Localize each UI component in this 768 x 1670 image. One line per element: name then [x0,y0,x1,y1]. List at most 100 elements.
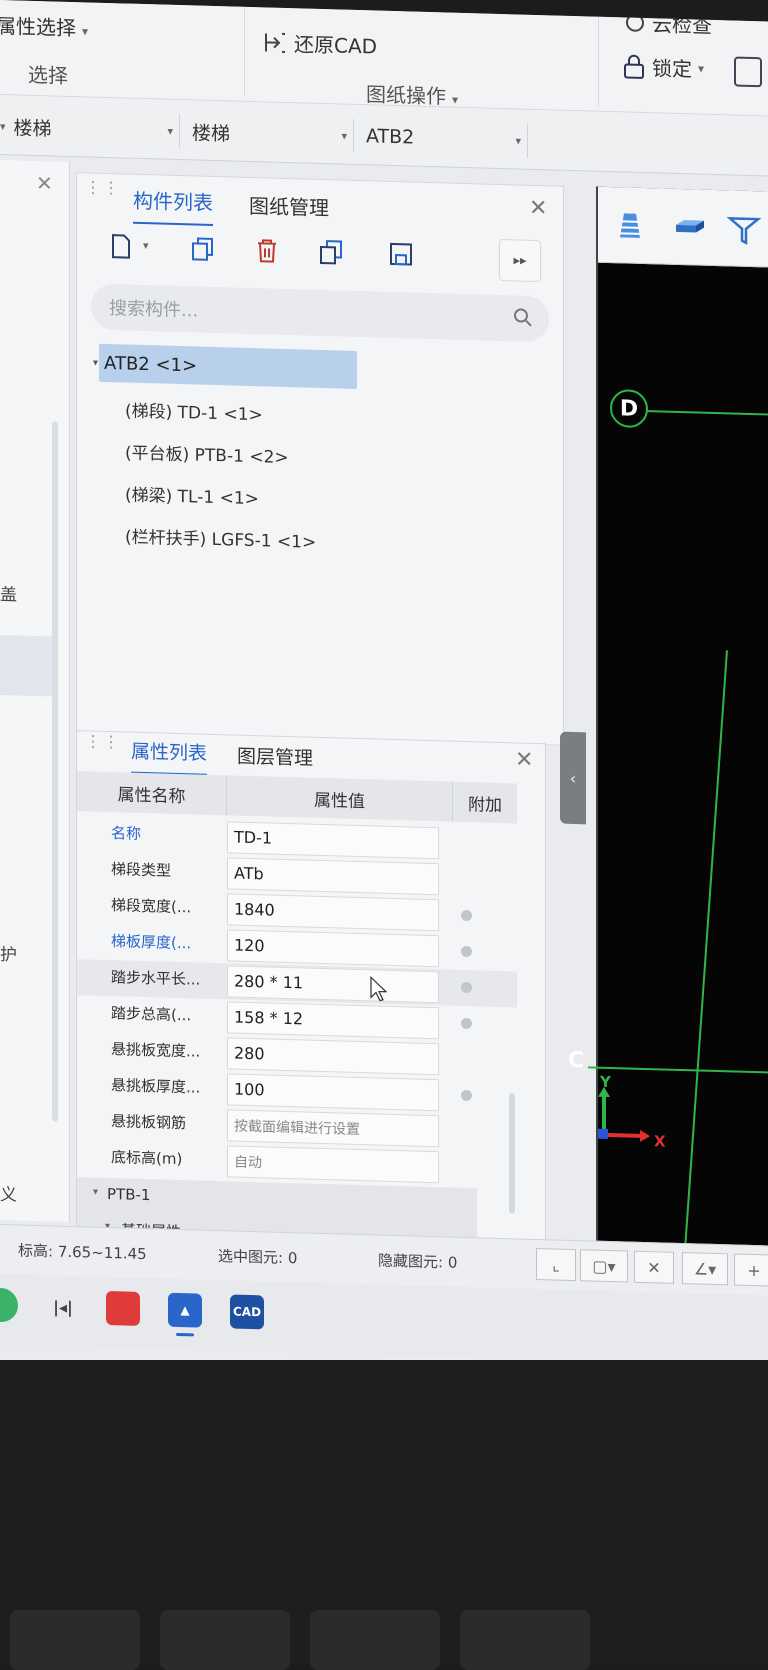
component-list-panel: ⋮⋮ 构件列表 图纸管理 ✕ ▾ ▸▸ 搜索构件... ▾ ATB2 <1> (梯… [76,172,564,746]
selected-count-status: 选中图元: 0 [218,1247,298,1268]
tree-root-item[interactable]: ▾ ATB2 <1> [93,343,357,389]
copy-icon [192,237,213,261]
search-icon [514,308,532,327]
extra-checkbox[interactable] [461,909,472,922]
tab-property-list[interactable]: 属性列表 [131,736,208,776]
hidden-count-status: 隐藏图元: 0 [378,1251,458,1272]
restore-cad-button[interactable]: 还原CAD [262,27,377,59]
tree-item[interactable]: (平台板) PTB-1 <2> [125,438,289,468]
search-input[interactable]: 搜索构件... [91,283,549,343]
axis-label-d[interactable]: D [610,389,648,429]
scrollbar[interactable] [509,1093,515,1214]
snap-button[interactable]: ⌞ [536,1247,576,1282]
ribbon-separator [244,6,245,97]
close-icon[interactable]: ✕ [529,196,547,222]
column-header-extra: 附加 [453,781,517,824]
extra-checkbox[interactable] [461,1017,472,1030]
screen: 属性选择 ▾ 选择 还原CAD 图纸操作 ▾ 云检查 锁定 ▾ ▾ 楼梯 ▾ 楼梯 ▾ AT… [0,0,768,1402]
layer-copy-icon [320,240,342,265]
property-name: 踏步水平长... [111,968,201,989]
property-name: 悬挑板厚度... [111,1076,201,1097]
layer-copy-button[interactable] [313,234,349,271]
copy-button[interactable] [185,230,221,267]
property-value-field[interactable]: 100 [227,1073,439,1112]
expand-triangle-icon[interactable]: ▾ [93,357,98,368]
select-mode-button[interactable]: ▢▾ [580,1249,628,1283]
extra-checkbox[interactable] [461,945,472,958]
delete-button[interactable] [249,232,285,269]
property-name: 踏步总高(... [111,1004,192,1025]
restore-cad-icon [265,32,285,53]
select-group-label: 选择 [28,62,68,88]
tree-item[interactable]: (栏杆扶手) LGFS-1 <1> [125,522,316,552]
ortho-button[interactable]: + [734,1253,768,1287]
extra-checkbox[interactable] [461,981,472,994]
lock-icon [624,54,644,79]
property-value-field[interactable]: TD-1 [227,821,439,860]
close-icon[interactable]: ✕ [36,171,53,195]
chevron-down-icon[interactable]: ▾ [143,239,149,252]
taskbar-app-icon[interactable] [0,1287,18,1323]
extra-checkbox[interactable] [461,1089,472,1102]
expand-triangle-icon[interactable]: ▾ [93,1187,98,1198]
more-tools-button[interactable]: ▸▸ [499,238,541,283]
axis-label-c[interactable]: C [568,1048,584,1073]
property-value-field[interactable]: 280 [227,1037,439,1076]
property-name: 名称 [111,824,142,843]
property-name: 悬挑板钢筋 [111,1112,187,1133]
nav-item-label[interactable]: 护 [0,940,17,965]
elevation-status: 标高: 7.65~11.45 [18,1241,147,1264]
stair-icon[interactable] [612,207,648,244]
collapse-panel-button[interactable]: ‹ [560,731,586,825]
new-file-icon [112,234,130,259]
nav-item-label[interactable]: 盖 [0,580,17,605]
angle-button[interactable]: ∠▾ [682,1252,728,1286]
property-value-field[interactable]: 1840 [227,893,439,932]
new-component-button[interactable] [103,228,139,265]
tab-drawing-management[interactable]: 图纸管理 [249,190,329,229]
slab-icon[interactable] [672,209,708,246]
taskbar-app-icon[interactable] [106,1290,140,1326]
scrollbar[interactable] [52,421,58,1122]
tab-component-list[interactable]: 构件列表 [133,184,213,226]
nav-item-selected[interactable] [0,635,52,697]
tree-item[interactable]: (梯梁) TL-1 <1> [125,480,259,509]
element-type-combo[interactable]: 楼梯 ▾ [184,114,354,153]
drag-handle-icon[interactable]: ⋮⋮ [85,731,121,763]
floor-type-combo[interactable]: ▾ 楼梯 ▾ [0,109,180,149]
taskbar-cad-icon[interactable]: CAD [230,1294,264,1330]
keyboard-key [460,1610,590,1670]
element-name-combo[interactable]: ATB2 ▾ [358,118,528,158]
cloud-check-button[interactable]: 云检查 [624,7,712,38]
tab-layer-management[interactable]: 图层管理 [237,742,313,779]
property-value-field[interactable]: 158 * 12 [227,1001,439,1040]
taskbar-app-icon[interactable]: |◂| [46,1289,80,1324]
property-value-field[interactable]: 自动 [227,1145,439,1184]
nav-item-label[interactable]: 义 [0,1180,17,1205]
property-name: 梯段宽度(... [111,896,192,917]
chevron-left-icon: ‹ [569,768,577,788]
grid-line-d [634,409,768,416]
prop-select-button[interactable]: 属性选择 ▾ [0,10,88,42]
lock-dropdown[interactable]: 锁定 ▾ [622,51,704,82]
save-component-button[interactable] [383,236,419,273]
ribbon-separator [598,16,599,107]
property-name: 梯板厚度(... [111,932,192,953]
railing-icon[interactable] [726,210,762,247]
property-value-field[interactable]: 按截面编辑进行设置 [227,1109,439,1148]
chevron-down-icon: ▾ [167,124,173,138]
property-list-panel: ⋮⋮ 属性列表 图层管理 ✕ 属性名称 属性值 附加 名称 TD-1 梯段类型 … [76,730,546,1257]
column-header-value: 属性值 [227,775,453,822]
cross-select-button[interactable]: ✕ [634,1250,674,1284]
drag-handle-icon[interactable]: ⋮⋮ [85,177,121,209]
tree-item[interactable]: (梯段) TD-1 <1> [125,396,263,425]
taskbar-app-icon[interactable]: ▲ [168,1292,202,1328]
layout-icon[interactable] [734,56,762,88]
close-icon[interactable]: ✕ [515,747,533,773]
property-value-field[interactable]: ATb [227,857,439,896]
drawing-viewport[interactable]: D C Y X [568,186,768,1292]
property-value-field[interactable]: 280 * 11 [227,965,439,1004]
keyboard-key [160,1610,290,1670]
property-name: 梯段类型 [111,860,172,880]
property-value-field[interactable]: 120 [227,929,439,968]
